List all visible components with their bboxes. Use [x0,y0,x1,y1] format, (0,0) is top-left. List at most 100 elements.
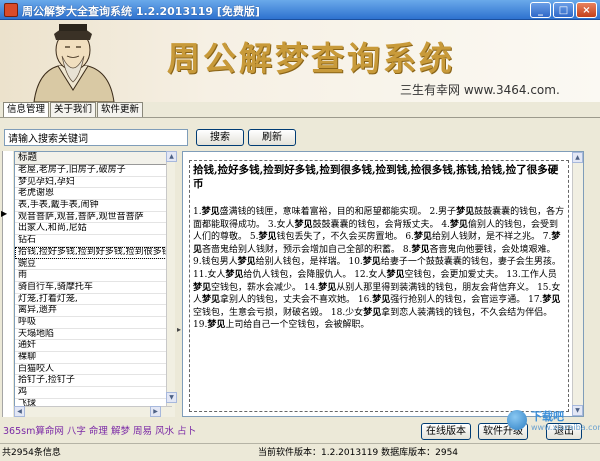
list-item[interactable]: 表,手表,戴手表,闹钟 [15,200,171,212]
scroll-down-icon[interactable]: ▼ [166,392,177,403]
list-item[interactable]: 裸聊 [15,352,171,364]
detail-vertical-scrollbar[interactable]: ▲ ▼ [572,152,583,416]
body-text: 给别人钱财，是不祥之兆。 7. [431,232,552,243]
list-item[interactable]: 骑自行车,骑摩托车 [15,282,171,294]
body-text: 空钱包，生意会亏损，财破名毁。 18.少女 [193,307,364,318]
keyword-highlight: 梦见 [411,244,430,255]
link-fengshui[interactable]: 风水 [155,426,174,437]
scroll-left-icon[interactable]: ◀ [14,406,25,417]
list-item[interactable]: 灯笼,打着灯笼, [15,294,171,306]
keyword-highlight: 梦见 [193,282,212,293]
list-rows: 老屋,老房子,旧房子,破房子 梦见孕妇,孕妇 老虎谢恩 表,手表,戴手表,闹钟 观音菩萨… [15,165,171,411]
banner-subtitle: 三生有幸网 www.3464.com. [400,83,560,97]
keyword-highlight: 梦见 [237,257,256,268]
version-info: 当前软件版本：1.2.2013119 数据库版本：2954 [258,448,459,458]
list-item[interactable]: 鸡 [15,387,171,399]
splitter-handle-icon[interactable]: ▸ [177,325,181,334]
keyword-highlight: 梦见 [318,282,337,293]
list-item[interactable]: 拾钉子,捡钉子 [15,375,171,388]
body-text: 上司给自己一个空钱包，会被解职。 [225,320,370,331]
keyword-highlight: 梦见 [449,219,468,230]
keyword-highlight: 梦见 [362,257,381,268]
link-365sm[interactable]: 365sm算命网 [3,426,64,437]
link-zhouyi[interactable]: 周易 [133,426,152,437]
link-bazi[interactable]: 八字 [67,426,86,437]
minimize-button[interactable]: _ [530,2,551,18]
interpretation-body: 1.梦见盛满钱的钱匣，意味着富裕，目的和愿望都能实现。 2.男子梦见鼓鼓囊囊的钱… [193,206,565,332]
column-header-title[interactable]: 标题 [15,152,171,165]
header-banner: 周公解梦查询系统 三生有幸网 www.3464.com. [0,20,600,102]
search-button[interactable]: 搜索 [196,129,244,146]
body-text: 空钱包，会更加爱丈夫。 13.工作人员 [404,269,557,280]
body-text: 1. [193,207,202,217]
keyword-highlight: 梦见 [542,295,561,306]
main-panel: 搜索 刷新 ▶ 标题 老屋,老房子,旧房子,破房子梦见孕妇,孕妇老虎谢恩表,手表… [0,118,600,443]
scroll-right-icon[interactable]: ▶ [150,406,161,417]
window-controls: _ □ × [530,2,597,18]
keyword-highlight: 梦见 [207,320,226,331]
list-item[interactable]: 白猫咬人 [15,364,171,376]
interpretation-title: 拾钱,捡好多钱,捡到好多钱,捡到很多钱,捡到钱,捡很多钱,拣钱,拾钱,捡了很多硬… [193,164,559,190]
list-item[interactable]: 出家人,和尚,尼姑 [15,223,171,236]
keyword-highlight: 梦见 [225,269,244,280]
watermark-url: www.xiazaiba.com [531,423,600,432]
tab-about-us[interactable]: 关于我们 [50,102,97,117]
link-jiemeng[interactable]: 解梦 [111,426,130,437]
keyword-highlight: 梦见 [372,295,391,306]
body-text: 鼓鼓囊囊的钱包，会背叛丈夫。 4. [312,219,450,230]
keyword-highlight: 梦见 [456,207,475,217]
body-text: 给仇人钱包，会降服仇人。 12.女人 [243,269,387,280]
list-item[interactable]: 钻石 [15,235,171,247]
selected-row-arrow-icon: ▶ [1,209,8,218]
close-button[interactable]: × [576,2,597,18]
watermark-logo-icon [507,410,527,430]
body-text: 给别人钱包，是祥瑞。 10. [255,257,363,268]
list-item[interactable]: 豌豆 [15,259,171,271]
keyword-highlight: 梦见 [413,232,432,243]
title-list[interactable]: 标题 老屋,老房子,旧房子,破房子 梦见孕妇,孕妇 老虎谢恩 表,手表,戴手表,闹钟观… [14,151,172,417]
list-item[interactable]: 雨 [15,270,171,282]
body-text: 盛满钱的钱匣，意味着富裕，目的和愿望都能实现。 2.男子 [219,207,457,217]
app-icon [4,3,18,17]
list-item[interactable]: 离异,遗弃 [15,305,171,317]
list-item[interactable]: 通奸 [15,340,171,352]
link-mingli[interactable]: 命理 [89,426,108,437]
scroll-up-icon[interactable]: ▲ [166,151,177,162]
status-bar: 共2954条信息 当前软件版本：1.2.2013119 数据库版本：2954 [0,443,600,461]
link-zhanbu[interactable]: 占卜 [177,426,196,437]
window-title: 周公解梦大全查询系统 1.2.2013119 [免费版] [22,5,260,18]
list-item[interactable]: 梦见孕妇,孕妇 [15,177,171,189]
list-item[interactable]: 天塌地陷 [15,329,171,341]
list-item[interactable]: 观音菩萨,观音,菩萨,观世音菩萨 [15,212,171,224]
list-row-indicator-column [2,151,13,417]
list-item[interactable]: 呼吸 [15,317,171,329]
keyword-highlight: 梦见 [363,307,382,318]
list-item[interactable]: 拾钱,捡好多钱,捡到好多钱,捡到很多钱 [15,246,171,259]
keyword-highlight: 梦见 [294,219,313,230]
online-version-button[interactable]: 在线版本 [421,423,471,440]
interpretation-frame: 拾钱,捡好多钱,捡到好多钱,捡到很多钱,捡到钱,捡很多钱,拣钱,拾钱,捡了很多硬… [189,160,569,412]
body-text: 强行抢别人的钱包，会官运亨通。 17. [390,295,543,306]
banner-title: 周公解梦查询系统 [167,39,455,78]
list-vertical-scrollbar[interactable]: ▲ ▼ [166,151,177,417]
list-item[interactable]: 老虎谢恩 [15,188,171,201]
tab-software-update[interactable]: 软件更新 [97,102,144,117]
keyword-highlight: 梦见 [202,295,221,306]
keyword-highlight: 梦见 [386,269,405,280]
tab-info-management[interactable]: 信息管理 [3,102,50,117]
detail-scroll-up-icon[interactable]: ▲ [572,152,583,163]
keyword-highlight: 梦见 [258,232,277,243]
list-item[interactable]: 老屋,老房子,旧房子,破房子 [15,165,171,177]
refresh-button[interactable]: 刷新 [248,129,296,146]
tab-bar: 信息管理 关于我们 软件更新 [0,102,600,118]
interpretation-panel: 拾钱,捡好多钱,捡到好多钱,捡到很多钱,捡到钱,捡很多钱,拣钱,拾钱,捡了很多硬… [182,151,584,417]
body-text: 钱包丢失了，不久会买房置地。 6. [276,232,414,243]
record-count: 共2954条信息 [2,448,61,458]
footer-links: 365sm算命网 八字 命理 解梦 周易 风水 占卜 [3,423,196,437]
body-text: 空钱包，薪水会减少。 14. [211,282,319,293]
maximize-button[interactable]: □ [553,2,574,18]
search-input[interactable] [4,129,188,146]
title-bar[interactable]: 周公解梦大全查询系统 1.2.2013119 [免费版] _ □ × [0,0,600,20]
list-horizontal-scrollbar[interactable]: ◀ ▶ [14,406,172,417]
watermark-name: 下载吧 [531,410,564,423]
